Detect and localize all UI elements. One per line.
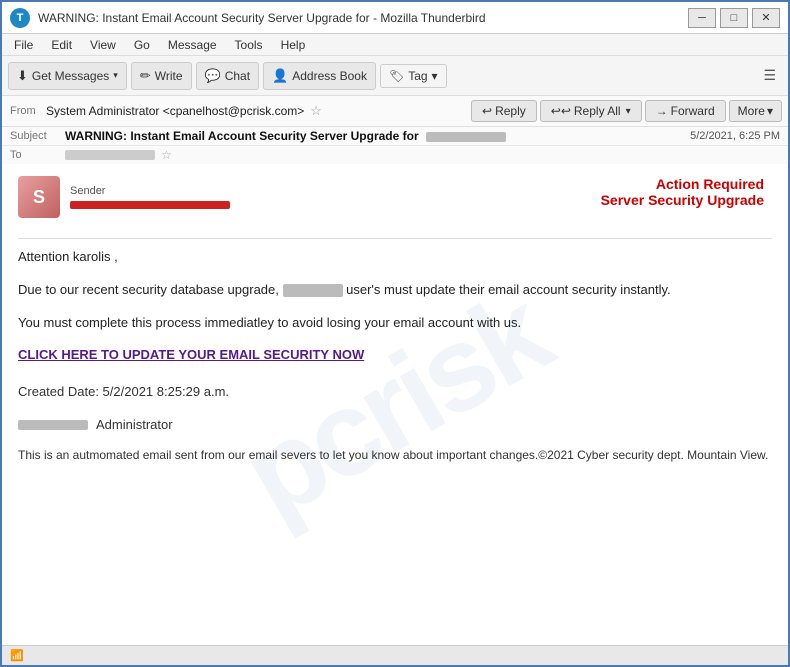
tag-button[interactable]: 🏷 Tag ▾: [380, 64, 447, 88]
from-section: From System Administrator <cpanelhost@pc…: [2, 99, 465, 123]
write-icon: ✏: [140, 68, 151, 84]
window-controls: ─ □ ✕: [688, 8, 780, 28]
forward-icon: →: [656, 104, 668, 118]
get-messages-button[interactable]: ⬇ Get Messages ▾: [8, 62, 127, 90]
menu-help[interactable]: Help: [273, 36, 314, 54]
sender-avatar: S: [18, 176, 60, 218]
email-body-container[interactable]: pcrisk S Sender Action Required Server S…: [2, 164, 788, 645]
reply-button[interactable]: ↩ Reply: [471, 100, 537, 122]
sender-info: Sender: [70, 185, 230, 209]
title-bar: T WARNING: Instant Email Account Securit…: [2, 2, 788, 34]
update-link[interactable]: CLICK HERE TO UPDATE YOUR EMAIL SECURITY…: [18, 345, 772, 366]
sender-bar: [70, 201, 230, 209]
app-window: T WARNING: Instant Email Account Securit…: [0, 0, 790, 667]
menu-bar: File Edit View Go Message Tools Help: [2, 34, 788, 56]
footer-note: This is an autmomated email sent from ou…: [18, 446, 772, 464]
subject-label: Subject: [10, 130, 65, 142]
to-label: To: [10, 149, 65, 161]
paragraph2: You must complete this process immediatl…: [18, 313, 772, 334]
divider: [18, 238, 772, 239]
menu-edit[interactable]: Edit: [43, 36, 80, 54]
menu-message[interactable]: Message: [160, 36, 225, 54]
reply-all-icon: ↩↩: [551, 104, 571, 118]
main-toolbar: ⬇ Get Messages ▾ ✏ Write 💬 Chat 👤 Addres…: [2, 56, 788, 96]
window-title: WARNING: Instant Email Account Security …: [38, 11, 486, 25]
admin-name-blurred: [18, 420, 88, 430]
sender-card: S Sender: [18, 176, 230, 218]
reply-all-dropdown-icon[interactable]: ▾: [626, 106, 631, 117]
action-required-text: Action Required: [601, 176, 764, 192]
to-row: To ☆: [2, 146, 788, 164]
status-icon: 📶: [10, 649, 24, 662]
subject-row: Subject WARNING: Instant Email Account S…: [2, 127, 788, 146]
hamburger-menu-button[interactable]: ☰: [757, 63, 782, 88]
reply-section: ↩ Reply ↩↩ Reply All ▾ → Forward More ▾: [465, 96, 788, 126]
to-blurred: [65, 150, 155, 160]
subject-value: WARNING: Instant Email Account Security …: [65, 129, 690, 143]
footer-admin: Administrator: [18, 415, 772, 436]
email-content: Attention karolis , Due to our recent se…: [18, 247, 772, 464]
get-messages-icon: ⬇: [17, 68, 28, 84]
menu-tools[interactable]: Tools: [227, 36, 271, 54]
address-book-button[interactable]: 👤 Address Book: [263, 62, 376, 90]
to-star-icon[interactable]: ☆: [161, 148, 172, 162]
forward-button[interactable]: → Forward: [645, 100, 726, 122]
from-actions-row: From System Administrator <cpanelhost@pc…: [2, 96, 788, 127]
chat-icon: 💬: [205, 68, 221, 84]
more-button[interactable]: More ▾: [729, 100, 782, 122]
write-button[interactable]: ✏ Write: [131, 62, 192, 90]
email-date: 5/2/2021, 6:25 PM: [690, 130, 780, 142]
reply-arrow-icon: ↩: [482, 104, 492, 118]
server-upgrade-text: Server Security Upgrade: [601, 192, 764, 208]
action-required-block: Action Required Server Security Upgrade: [601, 176, 772, 208]
sender-label: Sender: [70, 185, 230, 197]
from-label: From: [10, 105, 40, 117]
more-dropdown-icon: ▾: [767, 104, 773, 118]
reply-all-button[interactable]: ↩↩ Reply All ▾: [540, 100, 642, 122]
subject-blurred: [426, 132, 506, 142]
menu-go[interactable]: Go: [126, 36, 158, 54]
close-button[interactable]: ✕: [752, 8, 780, 28]
admin-title: Administrator: [96, 415, 173, 436]
paragraph1: Due to our recent security database upgr…: [18, 280, 772, 301]
menu-view[interactable]: View: [82, 36, 124, 54]
address-book-icon: 👤: [272, 68, 288, 84]
star-icon[interactable]: ☆: [310, 103, 322, 119]
minimize-button[interactable]: ─: [688, 8, 716, 28]
maximize-button[interactable]: □: [720, 8, 748, 28]
app-icon: T: [10, 8, 30, 28]
created-date: Created Date: 5/2/2021 8:25:29 a.m.: [18, 382, 772, 403]
blurred-domain: [283, 284, 343, 297]
from-address: System Administrator <cpanelhost@pcrisk.…: [46, 104, 304, 118]
tag-icon: 🏷: [389, 69, 404, 83]
status-bar: 📶: [2, 645, 788, 665]
greeting: Attention karolis ,: [18, 247, 772, 268]
chat-button[interactable]: 💬 Chat: [196, 62, 260, 90]
email-body: S Sender Action Required Server Security…: [2, 164, 788, 488]
menu-file[interactable]: File: [6, 36, 41, 54]
